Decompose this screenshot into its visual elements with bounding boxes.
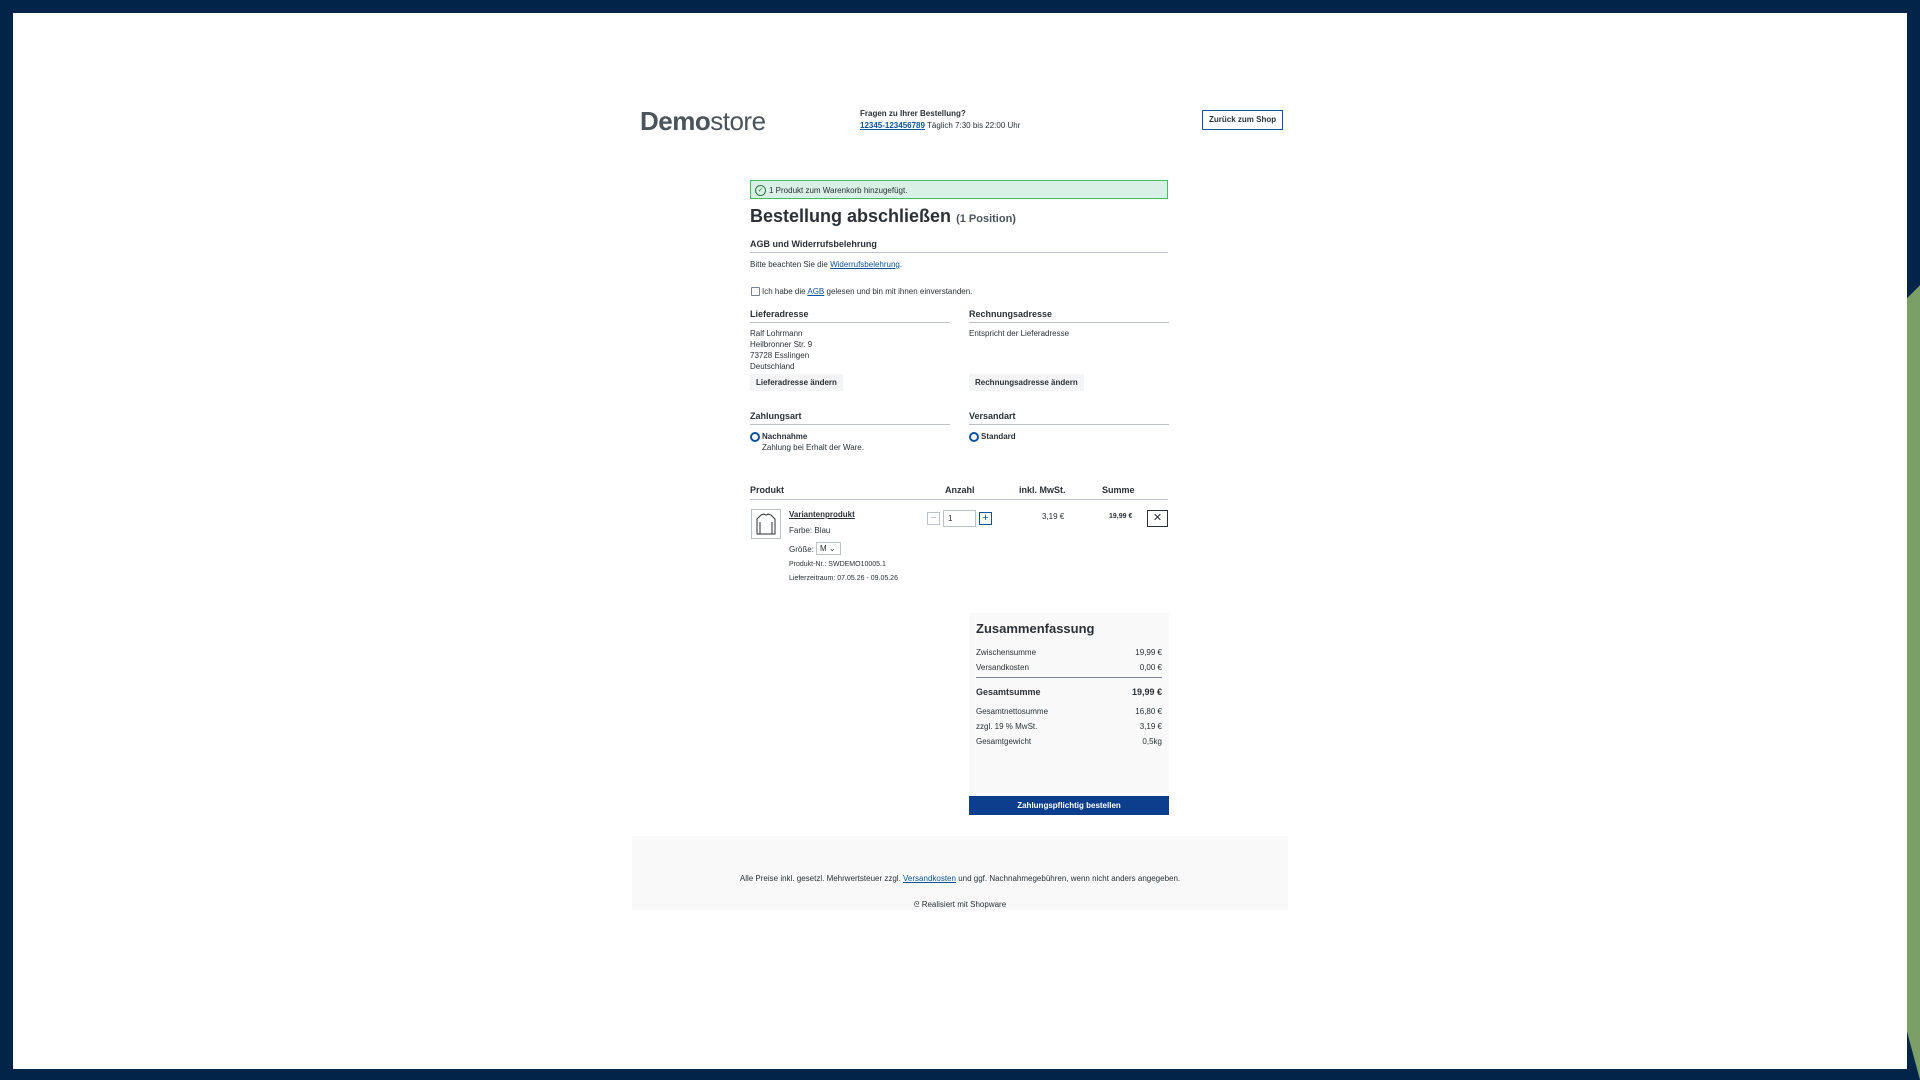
product-delivery: Lieferzeitraum: 07.05.26 - 09.05.26 (789, 575, 898, 582)
footer: Alle Preise inkl. gesetzl. Mehrwertsteue… (632, 836, 1288, 910)
check-circle-icon: ✓ (755, 185, 766, 196)
product-sku: Produkt-Nr.: SWDEMO10005.1 (789, 561, 886, 568)
payment-method[interactable]: Nachnahme (762, 431, 807, 442)
withdrawal-notice: Bitte beachten Sie die Widerrufsbelehrun… (750, 260, 903, 269)
place-order-button[interactable]: Zahlungspflichtig bestellen (969, 796, 1169, 815)
col-quantity: Anzahl (945, 485, 975, 495)
help-phone-link[interactable]: 12345-123456789 (860, 121, 925, 130)
remove-item-button[interactable]: ✕ (1147, 510, 1168, 527)
alert-message: 1 Produkt zum Warenkorb hinzugefügt. (769, 186, 908, 195)
withdrawal-link[interactable]: Widerrufsbelehrung (830, 260, 900, 269)
close-icon: ✕ (1152, 512, 1163, 524)
item-total: 19,99 € (1109, 513, 1133, 520)
summary-grand-total: Gesamtsumme 19,99 € (976, 687, 1162, 697)
summary-heading: Zusammenfassung (976, 621, 1095, 636)
summary-shipping: Versandkosten 0,00 € (976, 663, 1162, 672)
store-logo[interactable]: Demostore (640, 106, 766, 137)
shipping-method[interactable]: Standard (981, 431, 1016, 442)
help-question: Fragen zu Ihrer Bestellung? (860, 109, 966, 118)
quantity-increase-button[interactable]: + (979, 512, 992, 525)
powered-by[interactable]: ᘓ Realisiert mit Shopware (632, 900, 1288, 910)
product-image[interactable] (751, 509, 781, 539)
success-alert: ✓ 1 Produkt zum Warenkorb hinzugefügt. (750, 180, 1168, 199)
terms-checkbox[interactable] (751, 287, 760, 296)
quantity-input[interactable]: 1 (943, 510, 976, 527)
summary-subtotal: Zwischensumme 19,99 € (976, 648, 1162, 657)
col-total: Summe (1102, 485, 1135, 495)
summary-weight: Gesamtgewicht 0,5kg (976, 737, 1162, 746)
product-name-link[interactable]: Variantenprodukt (789, 509, 855, 520)
quantity-decrease-button[interactable]: − (927, 512, 940, 525)
shipping-method-heading: Versandart (969, 411, 1169, 425)
shipping-address: Ralf Lohrmann Heilbronner Str. 9 73728 E… (750, 329, 813, 371)
payment-radio-selected[interactable] (750, 432, 760, 442)
billing-address-heading: Rechnungsadresse (969, 309, 1169, 323)
col-product: Produkt (750, 485, 785, 495)
terms-heading: AGB und Widerrufsbelehrung (750, 239, 1168, 253)
shopware-icon: ᘓ (913, 900, 920, 909)
order-summary: Zusammenfassung Zwischensumme 19,99 € Ver… (969, 613, 1169, 793)
page-canvas (13, 13, 1907, 1069)
agb-link[interactable]: AGB (807, 287, 824, 296)
position-count: (1 Position) (956, 213, 1016, 225)
footer-tax-notice: Alle Preise inkl. gesetzl. Mehrwertsteue… (739, 874, 1181, 883)
page-title: Bestellung abschließen (1 Position) (750, 206, 1016, 226)
back-to-shop-button[interactable]: Zurück zum Shop (1202, 110, 1284, 130)
change-shipping-address-button[interactable]: Lieferadresse ändern (750, 374, 843, 391)
shirt-icon (756, 513, 776, 535)
product-size-label: Größe: (789, 545, 814, 554)
shipping-address-heading: Lieferadresse (750, 309, 950, 323)
help-hours: Täglich 7:30 bis 22:00 Uhr (924, 121, 1021, 130)
summary-divider (976, 677, 1162, 678)
terms-checkbox-label[interactable]: Ich habe die AGB gelesen und bin mit ihn… (762, 286, 972, 297)
table-divider (750, 499, 1168, 500)
shipping-radio-selected[interactable] (969, 432, 979, 442)
product-color: Farbe: Blau (789, 526, 831, 535)
col-tax: inkl. MwSt. (1019, 485, 1066, 495)
summary-vat: zzgl. 19 % MwSt. 3,19 € (976, 722, 1162, 731)
chevron-down-icon: ⌄ (828, 544, 836, 553)
shipping-costs-link[interactable]: Versandkosten (903, 874, 956, 883)
payment-heading: Zahlungsart (750, 411, 950, 425)
change-billing-address-button[interactable]: Rechnungsadresse ändern (969, 374, 1084, 391)
summary-net: Gesamtnettosumme 16,80 € (976, 707, 1162, 716)
help-info: Fragen zu Ihrer Bestellung? 12345-123456… (860, 108, 1020, 132)
billing-address-text: Entspricht der Lieferadresse (969, 329, 1070, 338)
size-select[interactable]: M ⌄ (816, 542, 841, 555)
item-tax: 3,19 € (1042, 512, 1065, 521)
payment-description: Zahlung bei Erhalt der Ware. (762, 443, 864, 452)
